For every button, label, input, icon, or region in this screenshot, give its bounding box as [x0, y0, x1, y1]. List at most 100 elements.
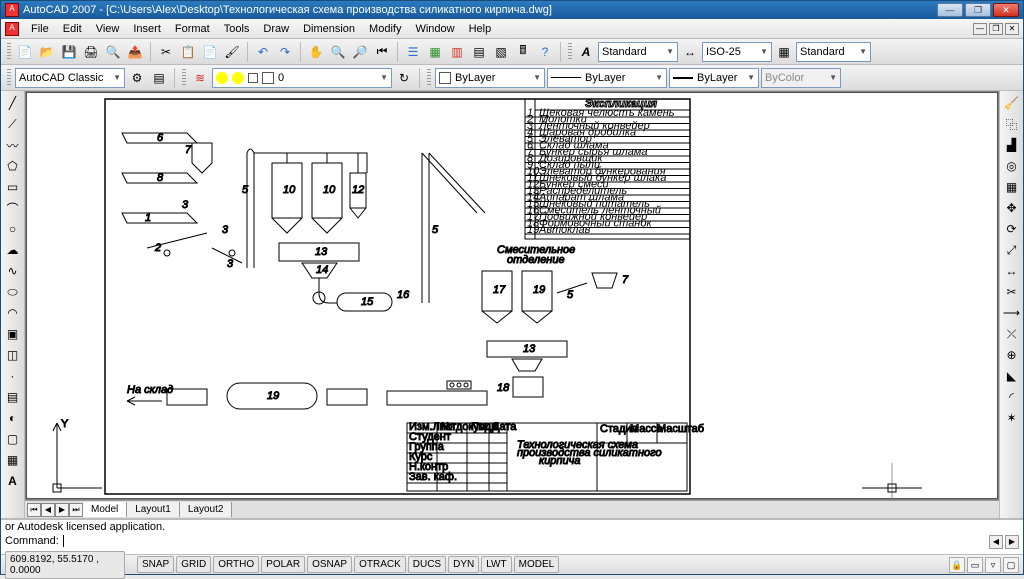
move-button[interactable]: ✥ — [1002, 198, 1022, 218]
layer-picker[interactable]: 0▼ — [212, 68, 392, 88]
cmd-scroll-right-button[interactable]: ▶ — [1005, 535, 1019, 549]
close-button[interactable]: ✕ — [993, 3, 1019, 17]
tray-1-button[interactable]: ▭ — [967, 557, 983, 573]
lineweight-picker[interactable]: ByLayer▼ — [669, 68, 759, 88]
menu-edit[interactable]: Edit — [57, 21, 88, 37]
minimize-button[interactable]: — — [937, 3, 963, 17]
help-button[interactable]: ? — [535, 42, 555, 62]
pan-button[interactable]: ✋ — [306, 42, 326, 62]
polygon-button[interactable]: ⬠ — [3, 156, 23, 176]
linetype-picker[interactable]: ByLayer▼ — [547, 68, 667, 88]
text-style-picker[interactable]: Standard▼ — [598, 42, 678, 62]
zoom-rt-button[interactable]: 🔍 — [328, 42, 348, 62]
break-button[interactable]: ⤫ — [1002, 324, 1022, 344]
open-button[interactable]: 📂 — [37, 42, 57, 62]
tab-first-button[interactable]: ⏮ — [27, 503, 41, 517]
hatch-button[interactable]: ▤ — [3, 387, 23, 407]
toolbar-grip-icon[interactable] — [182, 69, 186, 87]
matchprop-button[interactable]: 🖌 — [222, 42, 242, 62]
properties-button[interactable]: ☰ — [403, 42, 423, 62]
menu-window[interactable]: Window — [409, 21, 460, 37]
model-toggle[interactable]: MODEL — [514, 556, 560, 573]
polyline-button[interactable]: 〰 — [3, 135, 23, 155]
layer-properties-button[interactable]: ≋ — [190, 68, 210, 88]
tab-layout2[interactable]: Layout2 — [180, 502, 233, 517]
point-button[interactable]: · — [3, 366, 23, 386]
dyn-toggle[interactable]: DYN — [448, 556, 479, 573]
tab-next-button[interactable]: ▶ — [55, 503, 69, 517]
layer-previous-button[interactable]: ↻ — [394, 68, 414, 88]
extend-button[interactable]: ⟶ — [1002, 303, 1022, 323]
dim-style-picker[interactable]: ISO-25▼ — [702, 42, 772, 62]
menu-help[interactable]: Help — [463, 21, 498, 37]
workspace-lock-button[interactable]: ▤ — [149, 68, 169, 88]
toolbar-grip-icon[interactable] — [427, 69, 431, 87]
grid-toggle[interactable]: GRID — [176, 556, 211, 573]
arc-button[interactable]: ⌒ — [3, 198, 23, 218]
menu-modify[interactable]: Modify — [363, 21, 407, 37]
line-button[interactable]: ╱ — [3, 93, 23, 113]
rotate-button[interactable]: ⟳ — [1002, 219, 1022, 239]
tab-model[interactable]: Model — [83, 502, 127, 517]
menu-dimension[interactable]: Dimension — [297, 21, 361, 37]
toolbar-grip-icon[interactable] — [7, 69, 11, 87]
menu-format[interactable]: Format — [169, 21, 216, 37]
menu-draw[interactable]: Draw — [257, 21, 295, 37]
revcloud-button[interactable]: ☁ — [3, 240, 23, 260]
plot-button[interactable]: 🖨 — [81, 42, 101, 62]
model-space-viewport[interactable]: 6 8 1 7 2 3 3 3 — [26, 92, 998, 499]
mdi-minimize-button[interactable]: — — [973, 23, 987, 35]
menu-tools[interactable]: Tools — [218, 21, 256, 37]
circle-button[interactable]: ○ — [3, 219, 23, 239]
tray-2-button[interactable]: ▿ — [985, 557, 1001, 573]
tab-prev-button[interactable]: ◀ — [41, 503, 55, 517]
quickcalc-button[interactable]: 🖩 — [513, 42, 533, 62]
rectangle-button[interactable]: ▭ — [3, 177, 23, 197]
explode-button[interactable]: ✶ — [1002, 408, 1022, 428]
lwt-toggle[interactable]: LWT — [481, 556, 511, 573]
mirror-button[interactable]: ▟ — [1002, 135, 1022, 155]
clean-screen-button[interactable]: ▢ — [1003, 557, 1019, 573]
ellipse-arc-button[interactable]: ◠ — [3, 303, 23, 323]
ducs-toggle[interactable]: DUCS — [408, 556, 446, 573]
workspace-settings-button[interactable]: ⚙ — [127, 68, 147, 88]
scale-button[interactable]: ⤢ — [1002, 240, 1022, 260]
trim-button[interactable]: ✂ — [1002, 282, 1022, 302]
zoom-window-button[interactable]: 🔎 — [350, 42, 370, 62]
menu-file[interactable]: File — [25, 21, 55, 37]
mdi-close-button[interactable]: ✕ — [1005, 23, 1019, 35]
snap-toggle[interactable]: SNAP — [137, 556, 174, 573]
gradient-button[interactable]: ◐ — [3, 408, 23, 428]
spline-button[interactable]: ∿ — [3, 261, 23, 281]
save-button[interactable]: 💾 — [59, 42, 79, 62]
offset-button[interactable]: ◎ — [1002, 156, 1022, 176]
toolpalette-button[interactable]: ▥ — [447, 42, 467, 62]
table-style-picker[interactable]: Standard▼ — [796, 42, 871, 62]
tab-layout1[interactable]: Layout1 — [127, 502, 180, 517]
markup-button[interactable]: ▧ — [491, 42, 511, 62]
toolbar-grip-icon[interactable] — [7, 43, 11, 61]
osnap-toggle[interactable]: OSNAP — [307, 556, 352, 573]
make-block-button[interactable]: ◫ — [3, 345, 23, 365]
menu-view[interactable]: View — [90, 21, 126, 37]
polar-toggle[interactable]: POLAR — [261, 556, 305, 573]
tab-last-button[interactable]: ⏭ — [69, 503, 83, 517]
mdi-restore-button[interactable]: ❐ — [989, 23, 1003, 35]
undo-button[interactable]: ↶ — [253, 42, 273, 62]
command-input[interactable] — [64, 535, 989, 549]
publish-button[interactable]: 📤 — [125, 42, 145, 62]
cmd-scroll-left-button[interactable]: ◀ — [989, 535, 1003, 549]
preview-button[interactable]: 🔍 — [103, 42, 123, 62]
copy-obj-button[interactable]: ⿻ — [1002, 114, 1022, 134]
copy-button[interactable]: 📋 — [178, 42, 198, 62]
array-button[interactable]: ▦ — [1002, 177, 1022, 197]
ortho-toggle[interactable]: ORTHO — [213, 556, 259, 573]
join-button[interactable]: ⊕ — [1002, 345, 1022, 365]
stretch-button[interactable]: ↔ — [1002, 261, 1022, 281]
mtext-button[interactable]: A — [3, 471, 23, 491]
chamfer-button[interactable]: ◣ — [1002, 366, 1022, 386]
redo-button[interactable]: ↷ — [275, 42, 295, 62]
menu-insert[interactable]: Insert — [127, 21, 167, 37]
comm-center-button[interactable]: 🔒 — [949, 557, 965, 573]
coordinates-readout[interactable]: 609.8192, 55.5170 , 0.0000 — [5, 551, 125, 579]
